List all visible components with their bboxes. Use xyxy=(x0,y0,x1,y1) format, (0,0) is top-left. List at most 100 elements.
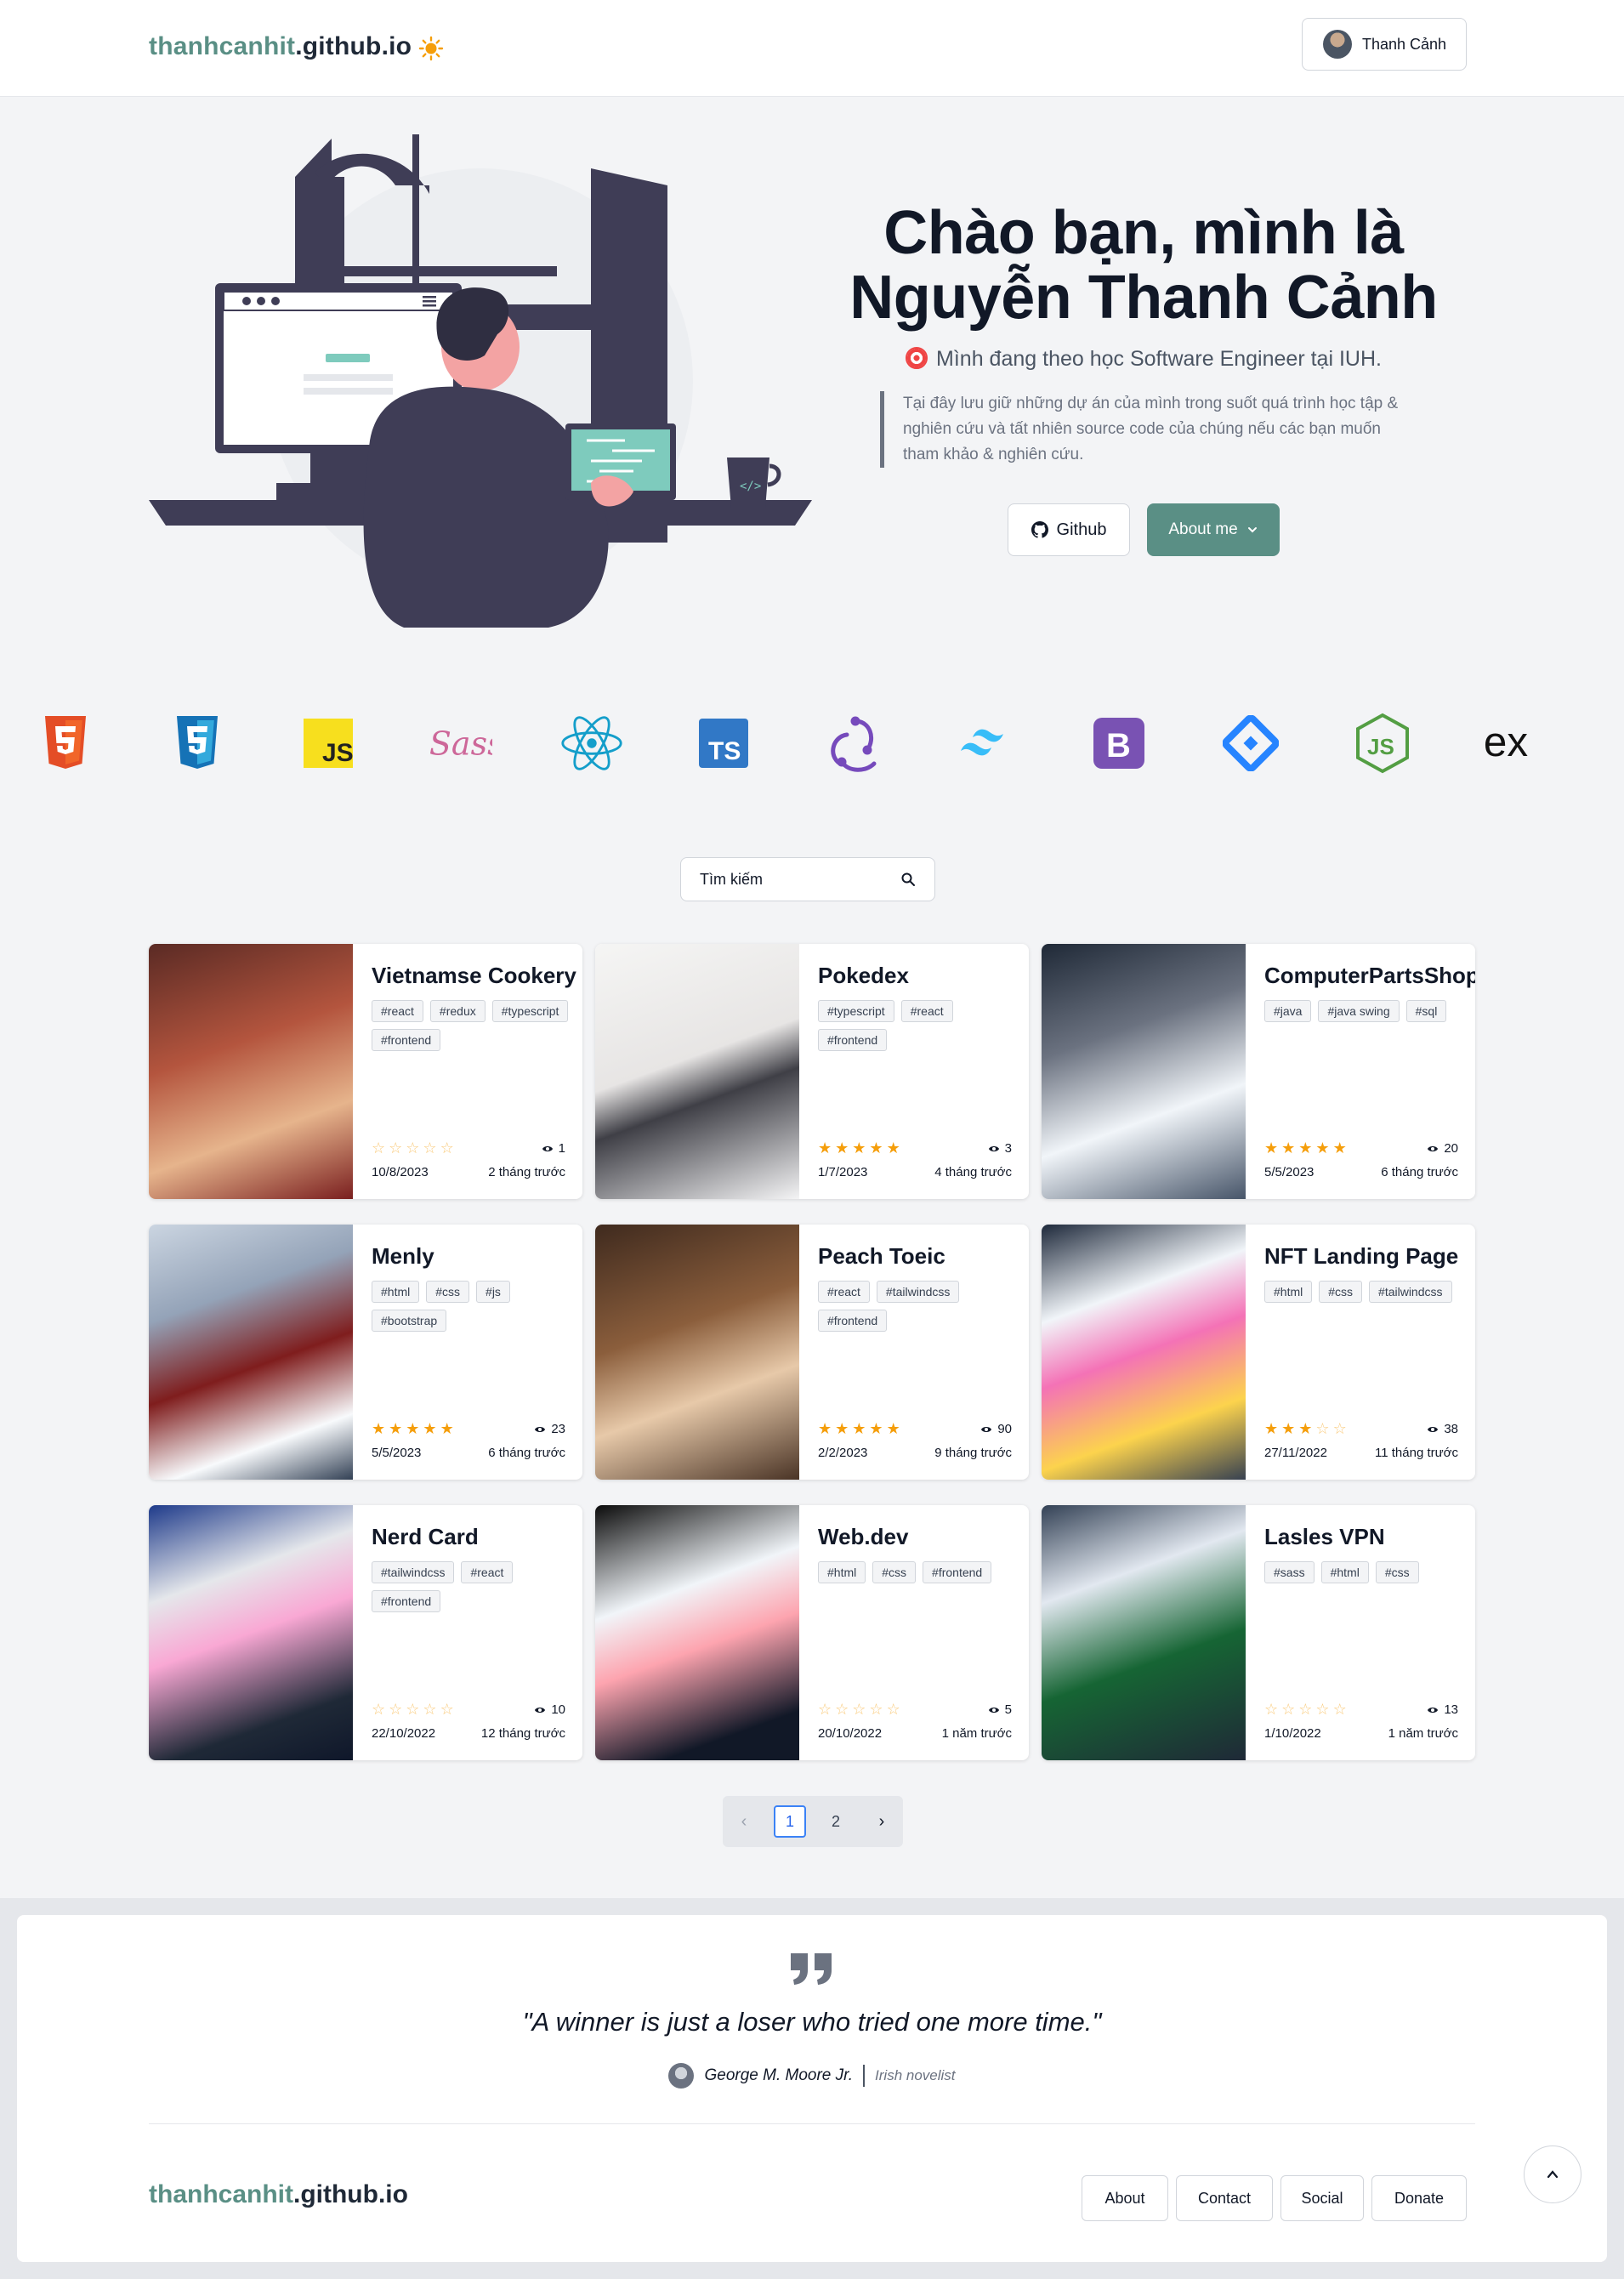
prev-page-button[interactable]: ‹ xyxy=(728,1805,760,1838)
project-tag[interactable]: #react xyxy=(818,1281,870,1303)
svg-text:JS: JS xyxy=(322,739,353,767)
project-tag[interactable]: #frontend xyxy=(818,1029,888,1051)
project-tag[interactable]: #frontend xyxy=(372,1029,441,1051)
project-title[interactable]: ComputerPartsShop xyxy=(1264,963,1475,989)
project-tag[interactable]: #js xyxy=(476,1281,510,1303)
github-button[interactable]: Github xyxy=(1008,503,1130,556)
next-page-button[interactable]: › xyxy=(866,1805,898,1838)
footer-link-social[interactable]: Social xyxy=(1280,2175,1364,2221)
scroll-to-top-button[interactable] xyxy=(1524,2145,1581,2203)
star-filled-icon: ★ xyxy=(1332,1140,1347,1157)
project-thumbnail[interactable] xyxy=(595,944,799,1199)
user-profile-button[interactable]: Thanh Cảnh xyxy=(1302,18,1467,71)
project-tag[interactable]: #tailwindcss xyxy=(372,1561,455,1583)
project-tag[interactable]: #typescript xyxy=(491,1000,569,1022)
svg-text:</>: </> xyxy=(740,480,761,493)
project-card[interactable]: Web.dev #html #css #frontend ☆ ☆ ☆ ☆ ☆ 5 20/10/202… xyxy=(595,1505,1029,1760)
project-thumbnail[interactable] xyxy=(1042,1225,1246,1480)
search-input[interactable] xyxy=(700,870,887,889)
star-filled-icon: ★ xyxy=(869,1140,883,1157)
project-card[interactable]: NFT Landing Page #html #css #tailwindcss ★ ★ ★… xyxy=(1042,1225,1475,1480)
project-tag[interactable]: #react xyxy=(372,1000,423,1022)
star-empty-icon: ☆ xyxy=(406,1701,420,1718)
project-tag[interactable]: #css xyxy=(1375,1561,1419,1583)
project-tag[interactable]: #frontend xyxy=(818,1310,888,1332)
project-title[interactable]: Web.dev xyxy=(818,1524,1022,1550)
rating-stars: ★ ★ ★ ☆ ☆ xyxy=(1264,1420,1347,1438)
rating-stars: ★ ★ ★ ★ ★ xyxy=(372,1420,454,1438)
star-filled-icon: ★ xyxy=(1264,1420,1279,1437)
project-card[interactable]: Menly #html #css #js #bootstrap ★ ★ ★ ★ ★ 23 5/5/20… xyxy=(149,1225,582,1480)
project-title[interactable]: NFT Landing Page xyxy=(1264,1243,1468,1270)
project-card[interactable]: ComputerPartsShop #java #java swing #sql ★ ★ ★… xyxy=(1042,944,1475,1199)
project-tag[interactable]: #html xyxy=(818,1561,866,1583)
star-filled-icon: ★ xyxy=(440,1420,454,1437)
project-card[interactable]: Peach Toeic #react #tailwindcss #frontend ★ ★… xyxy=(595,1225,1029,1480)
rating-stars: ☆ ☆ ☆ ☆ ☆ xyxy=(1264,1701,1347,1719)
quote-author: George M. Moore Jr. Irish novelist xyxy=(0,2063,1624,2089)
about-me-button[interactable]: About me xyxy=(1147,503,1280,556)
project-title[interactable]: Peach Toeic xyxy=(818,1243,1022,1270)
sun-icon[interactable] xyxy=(417,34,446,63)
project-tag[interactable]: #css xyxy=(426,1281,470,1303)
project-thumbnail[interactable] xyxy=(1042,1505,1246,1760)
project-tag[interactable]: #tailwindcss xyxy=(876,1281,960,1303)
project-tag[interactable]: #sql xyxy=(1405,1000,1447,1022)
footer-link-contact[interactable]: Contact xyxy=(1176,2175,1273,2221)
footer-link-donate[interactable]: Donate xyxy=(1371,2175,1467,2221)
page-1-button[interactable]: 1 xyxy=(774,1805,806,1838)
project-tag[interactable]: #html xyxy=(372,1281,420,1303)
site-logo[interactable]: thanhcanhit.github.io xyxy=(149,32,412,61)
project-title[interactable]: Menly xyxy=(372,1243,576,1270)
project-card[interactable]: Vietnamse Cookery #react #redux #typescript… xyxy=(149,944,582,1199)
project-relative-time: 11 tháng trước xyxy=(1375,1446,1458,1460)
project-thumbnail[interactable] xyxy=(149,1505,353,1760)
project-date: 27/11/2022 xyxy=(1264,1446,1327,1460)
project-title[interactable]: Nerd Card xyxy=(372,1524,576,1550)
project-tag[interactable]: #sass xyxy=(1264,1561,1315,1583)
project-tag[interactable]: #html xyxy=(1264,1281,1313,1303)
view-count-value: 10 xyxy=(551,1702,565,1717)
view-count: 13 xyxy=(1427,1702,1458,1717)
project-thumbnail[interactable] xyxy=(149,1225,353,1480)
search-box[interactable] xyxy=(680,857,935,901)
project-tag[interactable]: #frontend xyxy=(372,1590,441,1612)
project-tag[interactable]: #react xyxy=(900,1000,953,1022)
project-tag[interactable]: #typescript xyxy=(818,1000,894,1022)
footer-logo[interactable]: thanhcanhit.github.io xyxy=(149,2180,408,2209)
project-card[interactable]: Lasles VPN #sass #html #css ☆ ☆ ☆ ☆ ☆ 13 1/10/2022… xyxy=(1042,1505,1475,1760)
project-tag[interactable]: #css xyxy=(1319,1281,1363,1303)
view-count: 3 xyxy=(988,1141,1012,1156)
project-tag[interactable]: #bootstrap xyxy=(372,1310,447,1332)
project-title[interactable]: Pokedex xyxy=(818,963,1022,989)
project-tag[interactable]: #tailwindcss xyxy=(1369,1281,1452,1303)
project-tag[interactable]: #html xyxy=(1320,1561,1369,1583)
page-2-button[interactable]: 2 xyxy=(820,1805,852,1838)
project-tag[interactable]: #redux xyxy=(429,1000,485,1022)
search-icon[interactable] xyxy=(900,872,916,887)
rating-stars: ★ ★ ★ ★ ★ xyxy=(1264,1140,1347,1157)
project-title[interactable]: Lasles VPN xyxy=(1264,1524,1468,1550)
star-empty-icon: ☆ xyxy=(1264,1701,1279,1718)
project-tag[interactable]: #java xyxy=(1264,1000,1312,1022)
project-tag[interactable]: #css xyxy=(872,1561,917,1583)
project-title[interactable]: Vietnamse Cookery xyxy=(372,963,576,989)
project-card[interactable]: Pokedex #typescript #react #frontend ★ ★ ★ ★ ★ 3 1… xyxy=(595,944,1029,1199)
project-thumbnail[interactable] xyxy=(595,1505,799,1760)
star-filled-icon: ★ xyxy=(886,1420,900,1437)
project-relative-time: 1 năm trước xyxy=(1388,1726,1458,1741)
project-tags: #react #redux #typescript #frontend xyxy=(372,1000,569,1051)
footer-link-about[interactable]: About xyxy=(1082,2175,1168,2221)
project-card[interactable]: Nerd Card #tailwindcss #react #frontend ☆ ☆ ☆ ☆… xyxy=(149,1505,582,1760)
svg-text:B: B xyxy=(1106,727,1131,764)
project-date: 20/10/2022 xyxy=(818,1726,883,1741)
hero-title-line1: Chào bạn, mình là xyxy=(883,199,1404,267)
project-tag[interactable]: #java swing xyxy=(1318,1000,1400,1022)
project-relative-time: 6 tháng trước xyxy=(488,1446,565,1460)
project-tag[interactable]: #react xyxy=(461,1561,514,1583)
star-filled-icon: ★ xyxy=(1298,1140,1313,1157)
project-thumbnail[interactable] xyxy=(149,944,353,1199)
project-tag[interactable]: #frontend xyxy=(923,1561,992,1583)
project-thumbnail[interactable] xyxy=(595,1225,799,1480)
project-thumbnail[interactable] xyxy=(1042,944,1246,1199)
